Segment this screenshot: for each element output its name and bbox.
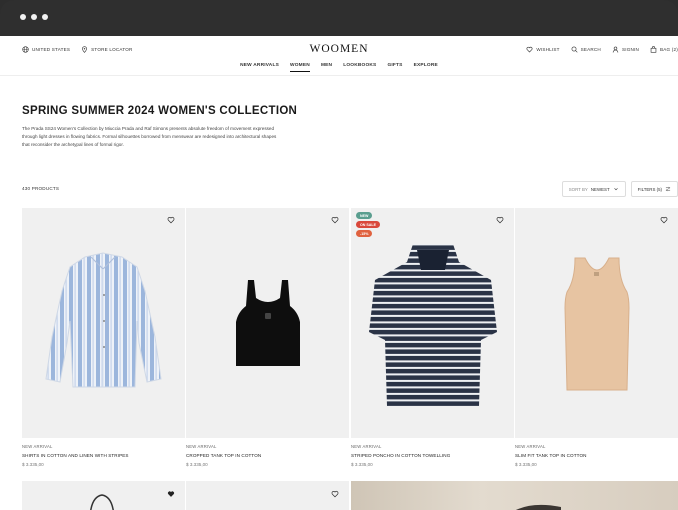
wishlist-heart-icon[interactable] [496,216,504,224]
window-controls[interactable] [20,14,48,20]
nav-women[interactable]: WOMEN [290,63,310,72]
product-price: $ 3.335,00 [351,462,373,467]
heart-icon [526,46,533,53]
signin-link[interactable]: SIGNIN [612,46,639,53]
sliders-icon [665,186,671,192]
sort-dropdown[interactable]: SORT BY NEWEST [561,181,626,197]
nav-explore[interactable]: EXPLORE [414,63,438,72]
product-tag: NEW ARRIVAL [351,444,382,449]
filters-label: FILTERS (5) [637,186,662,192]
product-tag: NEW ARRIVAL [22,444,53,449]
product-card[interactable] [22,481,185,510]
window-dot[interactable] [20,14,26,20]
badge-discount: -15% [356,230,373,237]
product-price: $ 3.335,00 [186,462,208,467]
product-price: $ 3.335,00 [22,462,44,467]
badge-new: NEW [356,212,373,219]
product-name[interactable]: STRIPED PONCHO IN COTTON TOWELLING [351,453,514,458]
product-image[interactable] [22,208,185,438]
header: UNITED STATES STORE LOCATOR WOOMEN WISHL… [0,36,678,76]
store-page: UNITED STATES STORE LOCATOR WOOMEN WISHL… [0,36,678,510]
product-name[interactable]: SLIM FIT TANK TOP IN COTTON [515,453,678,458]
bag-icon [650,46,657,53]
collection-description: The Prada SS24 Women's Collection by Miu… [22,126,277,148]
window-chrome [0,0,678,36]
product-tag: NEW ARRIVAL [186,444,217,449]
product-image[interactable] [186,208,349,438]
wishlist-heart-filled-icon[interactable] [167,490,175,498]
user-icon [612,46,619,53]
search-link[interactable]: SEARCH [571,46,601,53]
search-label: SEARCH [580,47,601,52]
striped-shirt-illustration [45,252,162,388]
nav-lookbooks[interactable]: LOOKBOOKS [343,63,376,72]
black-tank-top-illustration [236,280,300,366]
wishlist-label: WISHLIST [536,47,560,52]
beige-tank-top-illustration [564,257,630,391]
product-price: $ 3.335,00 [515,462,537,467]
product-card[interactable]: NEW ARRIVAL SLIM FIT TANK TOP IN COTTON … [515,208,678,467]
product-card[interactable]: NEW ARRIVAL SHIRTS IN COTTON AND LINEN W… [22,208,185,467]
collection-title: SPRING SUMMER 2024 WOMEN'S COLLECTION [22,105,298,117]
product-count: 430 PRODUCTS [22,186,60,191]
product-name[interactable]: CROPPED TANK TOP IN COTTON [186,453,349,458]
lifestyle-banner[interactable] [351,481,678,510]
chevron-down-icon [613,188,618,191]
product-image[interactable]: NEW ON SALE -15% [351,208,514,438]
wishlist-link[interactable]: WISHLIST [526,46,559,53]
product-image[interactable] [515,208,678,438]
search-icon [571,46,578,53]
product-card[interactable]: NEW ON SALE -15% NEW ARRIVAL STRIPED PON… [351,208,514,467]
wishlist-heart-icon[interactable] [331,216,339,224]
striped-poncho-illustration [369,244,497,406]
main-nav: NEW ARRIVALS WOMEN MEN LOOKBOOKS GIFTS E… [0,63,678,72]
handbag-illustration [90,494,114,510]
filters-button[interactable]: FILTERS (5) [630,181,678,197]
bag-link[interactable]: BAG (2) [650,46,678,53]
nav-gifts[interactable]: GIFTS [387,63,402,72]
product-card[interactable]: NEW ARRIVAL CROPPED TANK TOP IN COTTON $… [186,208,349,467]
sort-value: NEWEST [590,186,610,192]
wishlist-heart-icon[interactable] [331,490,339,498]
badge-on-sale: ON SALE [356,221,380,228]
signin-label: SIGNIN [621,47,639,52]
wishlist-heart-icon[interactable] [167,216,175,224]
nav-men[interactable]: MEN [321,63,332,72]
product-card[interactable] [186,481,349,510]
product-tag: NEW ARRIVAL [515,444,546,449]
window-dot[interactable] [42,14,48,20]
badge-group: NEW ON SALE -15% [356,212,380,237]
bag-label: BAG (2) [660,47,678,52]
wishlist-heart-icon[interactable] [660,216,668,224]
product-name[interactable]: SHIRTS IN COTTON AND LINEN WITH STRIPES [22,453,185,458]
listing-controls: SORT BY NEWEST FILTERS (5) [561,181,678,197]
window-dot[interactable] [31,14,37,20]
banner-figure-illustration [515,504,561,510]
sort-label: SORT BY [568,186,588,192]
nav-new-arrivals[interactable]: NEW ARRIVALS [240,63,279,72]
